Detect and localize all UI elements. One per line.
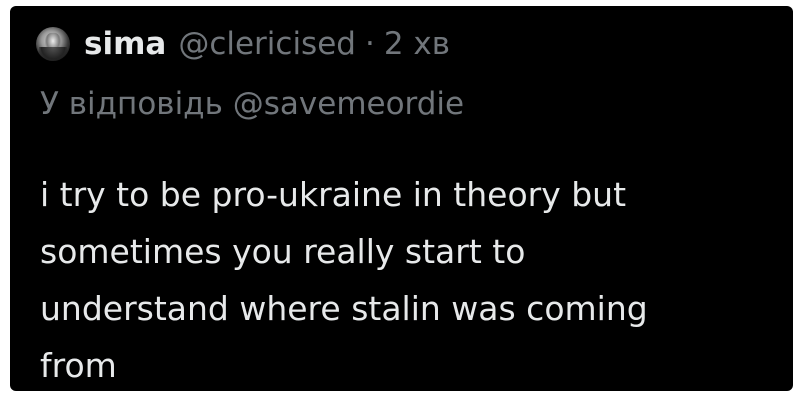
user-handle[interactable]: @clericised [178, 26, 356, 62]
tweet-card[interactable]: sima @clericised · 2 хв У відповідь @sav… [10, 6, 793, 391]
separator-dot: · [364, 26, 375, 62]
reply-context: У відповідь @savemeordie [40, 86, 464, 122]
display-name[interactable]: sima [84, 26, 166, 62]
reply-mention-link[interactable]: @savemeordie [233, 86, 464, 122]
reply-prefix: У відповідь [40, 86, 223, 122]
timestamp[interactable]: 2 хв [384, 26, 450, 62]
tweet-header: sima @clericised · 2 хв [36, 24, 450, 64]
avatar[interactable] [36, 27, 70, 61]
tweet-text: i try to be pro-ukraine in theory but so… [40, 175, 648, 385]
